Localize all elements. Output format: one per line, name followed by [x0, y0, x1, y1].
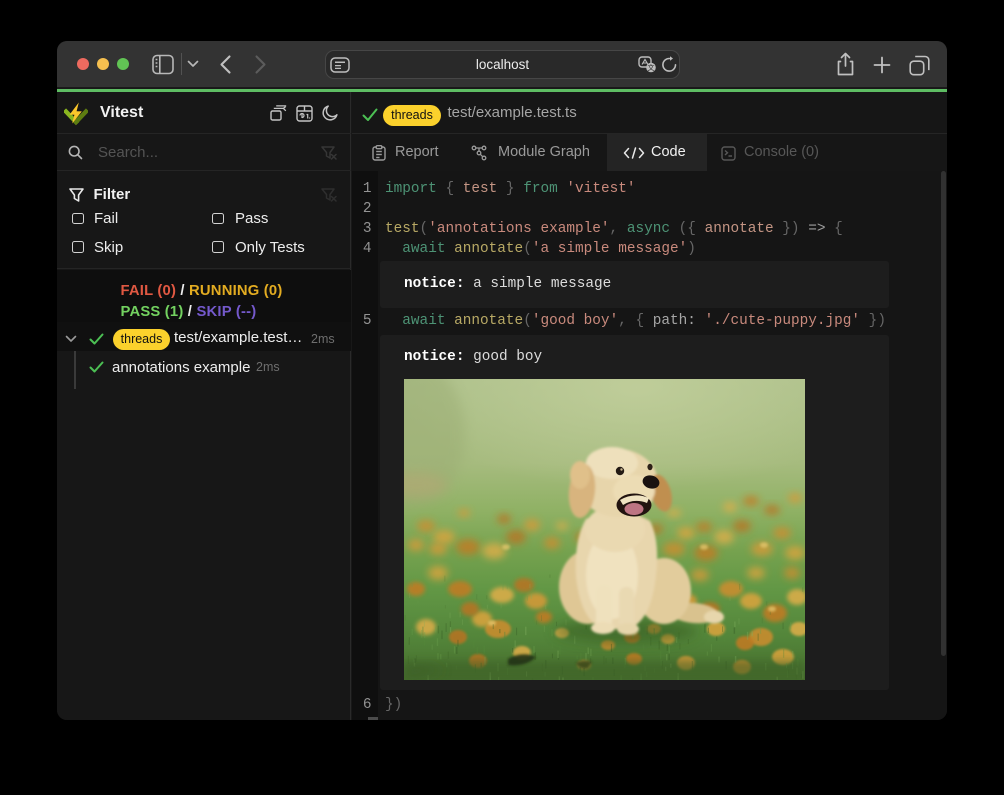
svg-text:文: 文: [648, 63, 655, 72]
